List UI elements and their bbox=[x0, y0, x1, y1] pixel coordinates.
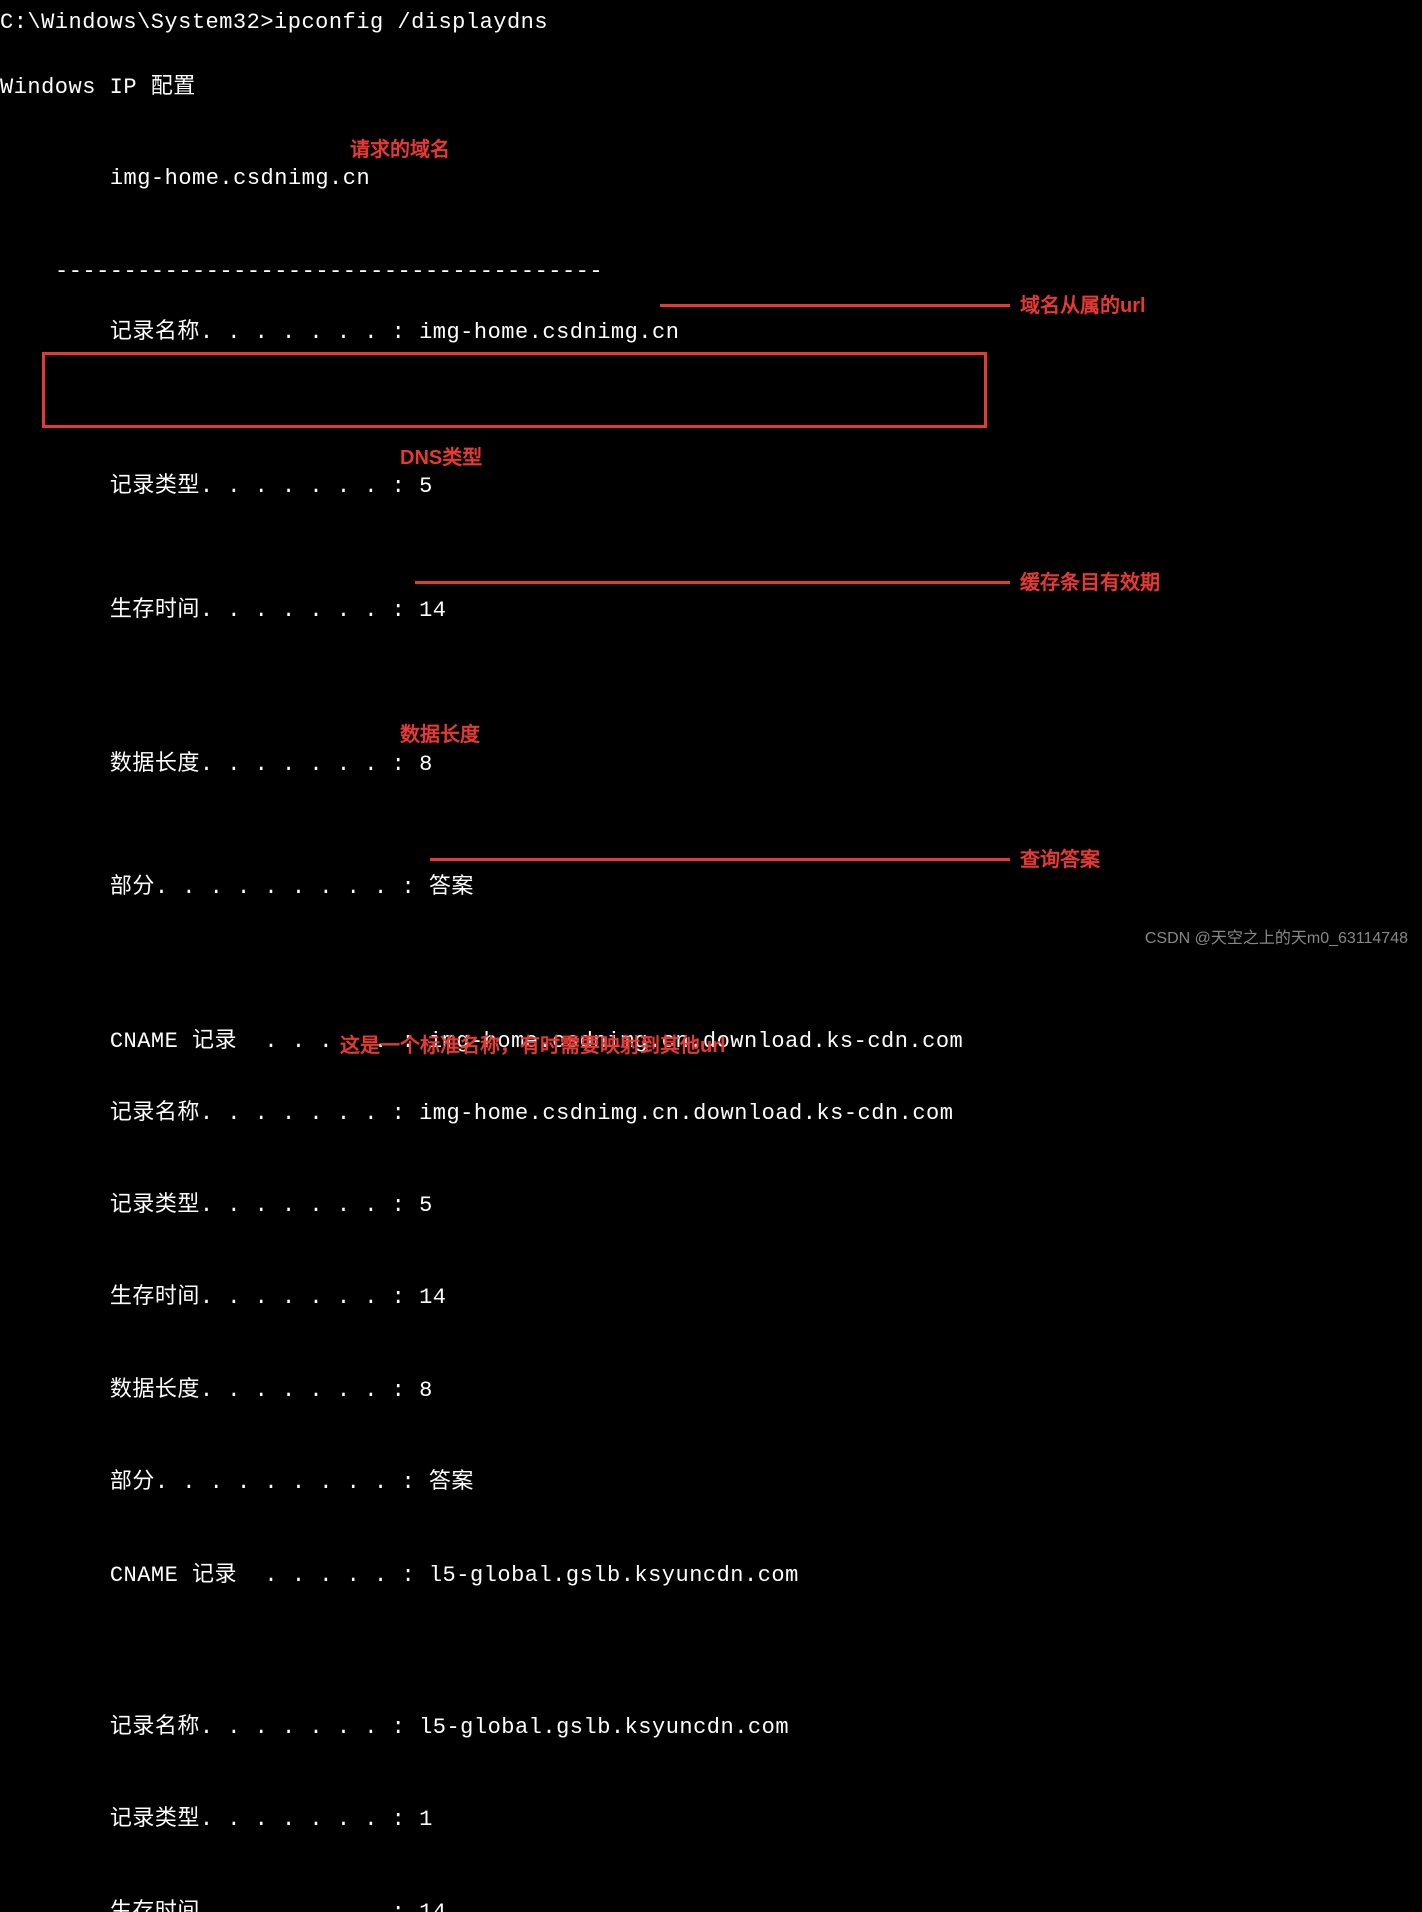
output-header: Windows IP 配置 bbox=[0, 73, 1422, 104]
watermark: CSDN @天空之上的天m0_63114748 bbox=[1145, 928, 1408, 950]
record-ttl-value: 14 bbox=[419, 1900, 446, 1912]
record-section-label: 部分. . . . . . . . . : bbox=[110, 1470, 415, 1495]
record-section-label: 部分. . . . . . . . . : bbox=[110, 875, 415, 900]
record-ttl-row: 生存时间. . . . . . . : 14 bbox=[0, 1867, 1422, 1912]
record-section-row: 部分. . . . . . . . . : 答案 查询答案 bbox=[0, 842, 1422, 996]
record-type-label: 记录类型. . . . . . . : bbox=[110, 1193, 406, 1218]
connector-line bbox=[415, 581, 1010, 584]
annotation-query-answer: 查询答案 bbox=[1020, 846, 1100, 874]
record-name-label: 记录名称. . . . . . . : bbox=[110, 1715, 406, 1740]
record-length-value: 8 bbox=[419, 1378, 433, 1403]
record-ttl-label: 生存时间. . . . . . . : bbox=[110, 1900, 406, 1912]
record-ttl-value: 14 bbox=[419, 1285, 446, 1310]
record-type-value: 5 bbox=[419, 474, 433, 499]
record-length-label: 数据长度. . . . . . . : bbox=[110, 1378, 406, 1403]
record-length-label: 数据长度. . . . . . . : bbox=[110, 752, 406, 777]
highlight-box bbox=[42, 352, 987, 428]
record-length-row: 数据长度. . . . . . . : 8 数据长度 bbox=[0, 719, 1422, 842]
record-type-value: 5 bbox=[419, 1193, 433, 1218]
record-section-row: 部分. . . . . . . . . : 答案 bbox=[0, 1437, 1422, 1529]
record-cname-value: l5-global.gslb.ksyuncdn.com bbox=[429, 1563, 799, 1588]
connector-line bbox=[430, 858, 1010, 861]
annotation-url-belongs: 域名从属的url bbox=[1020, 292, 1146, 320]
record-name-label: 记录名称. . . . . . . : bbox=[110, 1101, 406, 1126]
annotation-cname-desc: 这是一个标准名称，有时需要映射到其他url bbox=[340, 1032, 726, 1060]
record-name-value: l5-global.gslb.ksyuncdn.com bbox=[419, 1715, 789, 1740]
record-ttl-label: 生存时间. . . . . . . : bbox=[110, 1285, 406, 1310]
annotation-dns-type: DNS类型 bbox=[400, 444, 482, 472]
record-type-row: 记录类型. . . . . . . : 5 DNS类型 bbox=[0, 442, 1422, 565]
record-name-value: img-home.csdnimg.cn.download.ks-cdn.com bbox=[419, 1101, 953, 1126]
command-prompt: C:\Windows\System32>ipconfig /displaydns bbox=[0, 8, 1422, 39]
record-section-value: 答案 bbox=[429, 875, 474, 900]
record-cname-row: CNAME 记录 . . . . . : l5-global.gslb.ksyu… bbox=[0, 1530, 1422, 1622]
record-name-row: 记录名称. . . . . . . : l5-global.gslb.ksyun… bbox=[0, 1682, 1422, 1774]
record-type-row: 记录类型. . . . . . . : 5 bbox=[0, 1160, 1422, 1252]
record-length-row: 数据长度. . . . . . . : 8 bbox=[0, 1345, 1422, 1437]
annotation-data-length: 数据长度 bbox=[400, 721, 480, 749]
record-type-label: 记录类型. . . . . . . : bbox=[110, 1807, 406, 1832]
record-name-label: 记录名称. . . . . . . : bbox=[110, 320, 406, 345]
record-cname-row: CNAME 记录 . . . . . : img-home.csdnimg.cn… bbox=[0, 996, 1422, 1028]
record-ttl-row: 生存时间. . . . . . . : 14 缓存条目有效期 bbox=[0, 565, 1422, 719]
record-ttl-label: 生存时间. . . . . . . : bbox=[110, 598, 406, 623]
connector-line bbox=[660, 304, 1010, 307]
domain-text: img-home.csdnimg.cn bbox=[110, 166, 370, 191]
record-type-value: 1 bbox=[419, 1807, 433, 1832]
annotation-cache-ttl: 缓存条目有效期 bbox=[1020, 569, 1160, 597]
record-name-value: img-home.csdnimg.cn bbox=[419, 320, 679, 345]
divider-line: ---------------------------------------- bbox=[0, 257, 1422, 288]
record-section-value: 答案 bbox=[429, 1470, 474, 1495]
annotation-requested-domain: 请求的域名 bbox=[350, 136, 450, 164]
record-type-label: 记录类型. . . . . . . : bbox=[110, 474, 406, 499]
section-domain: img-home.csdnimg.cn 请求的域名 bbox=[0, 134, 1422, 257]
record-cname-label: CNAME 记录 . . . . . : bbox=[110, 1563, 415, 1588]
record-name-row: 记录名称. . . . . . . : img-home.csdnimg.cn.… bbox=[0, 1068, 1422, 1160]
record-ttl-row: 生存时间. . . . . . . : 14 bbox=[0, 1253, 1422, 1345]
record-ttl-value: 14 bbox=[419, 598, 446, 623]
record-type-row: 记录类型. . . . . . . : 1 bbox=[0, 1775, 1422, 1867]
terminal-output: C:\Windows\System32>ipconfig /displaydns… bbox=[0, 0, 1422, 1912]
record-length-value: 8 bbox=[419, 752, 433, 777]
